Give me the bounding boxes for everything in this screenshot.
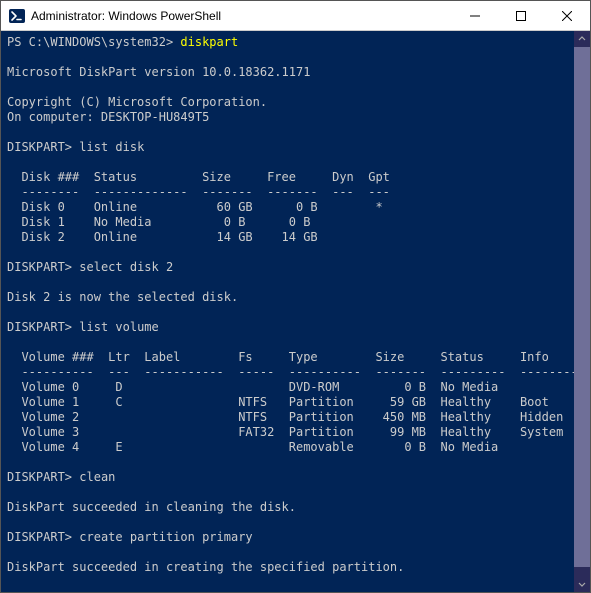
chevron-up-icon	[578, 35, 586, 43]
diskpart-prompt: DISKPART>	[7, 590, 72, 592]
cmd-list-volume: list volume	[79, 320, 158, 334]
powershell-icon	[9, 8, 25, 24]
maximize-button[interactable]	[498, 1, 544, 31]
scroll-up-button[interactable]	[574, 31, 590, 47]
vertical-scrollbar[interactable]	[574, 31, 590, 592]
cmd-clean: clean	[79, 470, 115, 484]
computer-line: On computer: DESKTOP-HU849T5	[7, 110, 209, 124]
terminal-output[interactable]: PS C:\WINDOWS\system32> diskpart Microso…	[1, 31, 590, 592]
volume-row: Volume 3 FAT32 Partition 99 MB Healthy S…	[7, 425, 563, 439]
close-button[interactable]	[544, 1, 590, 31]
volume-row: Volume 1 C NTFS Partition 59 GB Healthy …	[7, 395, 549, 409]
volume-table-divider: ---------- --- ----------- ----- -------…	[7, 365, 578, 379]
diskpart-prompt: DISKPART>	[7, 260, 72, 274]
titlebar[interactable]: Administrator: Windows PowerShell	[1, 1, 590, 31]
diskpart-prompt: DISKPART>	[7, 530, 72, 544]
copyright-line: Copyright (C) Microsoft Corporation.	[7, 95, 267, 109]
scroll-thumb[interactable]	[574, 47, 590, 567]
diskpart-version: Microsoft DiskPart version 10.0.18362.11…	[7, 65, 310, 79]
minimize-icon	[470, 11, 480, 21]
volume-row: Volume 2 NTFS Partition 450 MB Healthy H…	[7, 410, 563, 424]
close-icon	[562, 11, 572, 21]
disk-row: Disk 1 No Media 0 B 0 B	[7, 215, 310, 229]
disk-table-header: Disk ### Status Size Free Dyn Gpt	[7, 170, 390, 184]
msg-create-ok: DiskPart succeeded in creating the speci…	[7, 560, 404, 574]
minimize-button[interactable]	[452, 1, 498, 31]
volume-table-header: Volume ### Ltr Label Fs Type Size Status…	[7, 350, 549, 364]
diskpart-prompt: DISKPART>	[7, 470, 72, 484]
disk-row: Disk 0 Online 60 GB 0 B *	[7, 200, 383, 214]
cmd-select-disk: select disk 2	[79, 260, 173, 274]
msg-selected-disk: Disk 2 is now the selected disk.	[7, 290, 238, 304]
msg-clean-ok: DiskPart succeeded in cleaning the disk.	[7, 500, 296, 514]
console-client-area: PS C:\WINDOWS\system32> diskpart Microso…	[1, 31, 590, 592]
cmd-create-partition: create partition primary	[79, 530, 252, 544]
diskpart-prompt: DISKPART>	[7, 140, 72, 154]
disk-row: Disk 2 Online 14 GB 14 GB	[7, 230, 318, 244]
cmd-list-disk: list disk	[79, 140, 144, 154]
maximize-icon	[516, 11, 526, 21]
diskpart-prompt: DISKPART>	[7, 320, 72, 334]
cmd-diskpart: diskpart	[180, 35, 238, 49]
ps-prompt: PS C:\WINDOWS\system32>	[7, 35, 173, 49]
powershell-window: Administrator: Windows PowerShell PS C:\…	[0, 0, 591, 593]
scroll-down-button[interactable]	[574, 576, 590, 592]
chevron-down-icon	[578, 580, 586, 588]
volume-row: Volume 0 D DVD-ROM 0 B No Media	[7, 380, 498, 394]
disk-table-divider: -------- ------------- ------- ------- -…	[7, 185, 390, 199]
window-title: Administrator: Windows PowerShell	[31, 9, 221, 23]
volume-row: Volume 4 E Removable 0 B No Media	[7, 440, 498, 454]
